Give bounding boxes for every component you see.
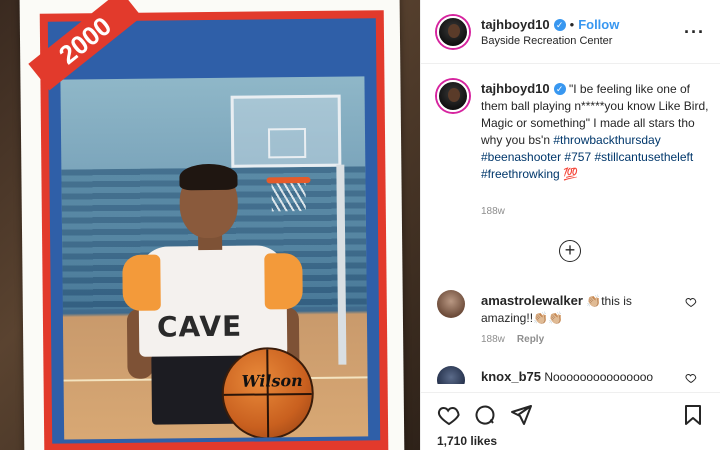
jersey-lettering: CAVE [156, 309, 243, 344]
post-header: tajhboyd10 ✓ • Follow Bayside Recreation Ce… [421, 0, 720, 64]
verified-badge-icon: ✓ [553, 19, 566, 31]
backboard-square [267, 128, 307, 159]
location-link[interactable]: Bayside Recreation Center [481, 35, 612, 47]
comment-heart-icon[interactable] [685, 372, 697, 384]
comment-text: amastrolewalker 👏🏼this is amazing!!👏🏼👏🏼 [481, 292, 681, 327]
hashtag-link[interactable]: #freethrowking [481, 167, 560, 181]
comment-heart-icon[interactable] [685, 296, 697, 308]
card-inner: CAVE Wilson [47, 18, 381, 444]
separator-dot: • [569, 17, 575, 32]
verified-badge-icon: ✓ [553, 83, 566, 95]
card-frame: CAVE Wilson [39, 10, 389, 450]
jersey-sleeve-left [122, 254, 161, 311]
hashtag-link[interactable]: #stillcantusetheleft [594, 150, 693, 164]
more-options-icon[interactable]: ··· [684, 22, 705, 43]
plus-circle-icon[interactable]: + [559, 240, 581, 262]
comment-body: Nooooooooooooooo [544, 370, 654, 384]
hashtag-link[interactable]: #throwbackthursday [553, 133, 660, 147]
hashtag-link[interactable]: #beenashooter [481, 150, 561, 164]
player-figure: CAVE Wilson [121, 163, 315, 440]
comment-timestamp[interactable]: 188w [481, 334, 505, 345]
author-line: tajhboyd10 ✓ • Follow [481, 16, 619, 34]
gym-scene: CAVE Wilson [60, 76, 369, 440]
likes-count[interactable]: 1,710 likes [437, 434, 497, 448]
comment-icon[interactable] [473, 403, 497, 427]
caption-timestamp[interactable]: 188w [481, 206, 505, 217]
ball-seam-v [266, 349, 270, 438]
ball-brand: Wilson [241, 371, 303, 391]
trading-card: CAVE Wilson 2000 [19, 0, 405, 450]
caption-avatar[interactable] [437, 80, 469, 112]
reply-button[interactable]: Reply [517, 334, 544, 345]
caption-username[interactable]: tajhboyd10 [481, 81, 550, 96]
action-bar [421, 392, 720, 432]
backboard [230, 94, 342, 168]
heart-icon[interactable] [437, 403, 461, 427]
caption-text: tajhboyd10 ✓ "I be feeling like one of th… [481, 80, 709, 183]
basketball: Wilson [221, 346, 315, 440]
bookmark-icon[interactable] [681, 403, 705, 427]
hashtag-link[interactable]: #757 [564, 150, 591, 164]
comment-meta: 188w Reply [481, 334, 544, 345]
commenter-username[interactable]: knox_b75 [481, 369, 541, 384]
author-avatar[interactable] [437, 16, 469, 48]
jersey-sleeve-right [264, 253, 303, 310]
send-icon[interactable] [509, 403, 533, 427]
caption-emoji: 💯 [563, 167, 579, 181]
post-sidebar: tajhboyd10 ✓ • Follow Bayside Recreation Ce… [420, 0, 720, 450]
hair [179, 163, 238, 191]
post-photo[interactable]: CAVE Wilson 2000 [0, 0, 420, 450]
commenter-avatar[interactable] [437, 366, 465, 384]
caption-and-comments: tajhboyd10 ✓ "I be feeling like one of th… [421, 64, 720, 384]
commenter-username[interactable]: amastrolewalker [481, 293, 583, 308]
author-username[interactable]: tajhboyd10 [481, 17, 550, 32]
follow-button[interactable]: Follow [578, 17, 619, 32]
comment-text: knox_b75 Nooooooooooooooo [481, 368, 681, 384]
commenter-avatar[interactable] [437, 290, 465, 318]
